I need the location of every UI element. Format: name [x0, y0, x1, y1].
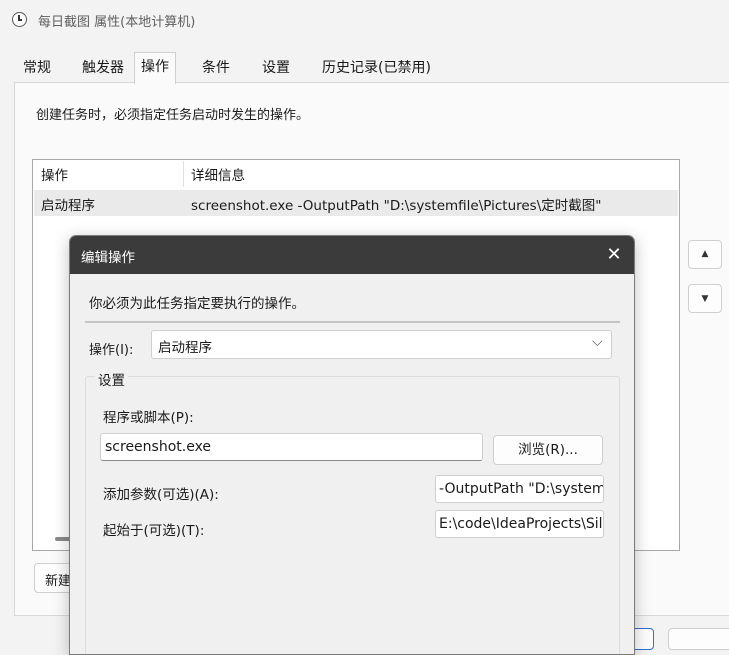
action-type-label: 操作(I):	[89, 343, 134, 358]
actions-description: 创建任务时，必须指定任务启动时发生的操作。	[36, 108, 310, 123]
move-up-button[interactable]: ▲	[688, 240, 722, 269]
arguments-input-value: -OutputPath "D:\system	[439, 481, 604, 497]
row-action-cell[interactable]: 启动程序	[41, 194, 95, 214]
arguments-label: 添加参数(可选)(A):	[103, 487, 219, 503]
settings-group-label: 设置	[95, 369, 128, 389]
clock-icon	[12, 12, 27, 27]
tab-triggers[interactable]: 触发器	[76, 55, 130, 82]
triangle-up-icon: ▲	[701, 249, 709, 259]
window-title: 每日截图 属性(本地计算机)	[38, 15, 196, 30]
action-type-select[interactable]: 启动程序 ⌵	[151, 330, 612, 359]
dialog-instruction: 你必须为此任务指定要执行的操作。	[89, 296, 305, 312]
separator	[85, 321, 620, 323]
move-down-button[interactable]: ▼	[688, 284, 722, 313]
arguments-input[interactable]: -OutputPath "D:\system	[435, 475, 604, 503]
dialog-title: 编辑操作	[81, 250, 135, 266]
tab-general[interactable]: 常规	[17, 55, 57, 82]
program-input[interactable]: screenshot.exe	[100, 433, 483, 461]
dialog-title-bar[interactable]	[70, 236, 634, 274]
close-icon[interactable]: ✕	[601, 243, 627, 267]
start-in-input-value: E:\code\IdeaProjects\Sil	[439, 516, 603, 532]
program-input-value: screenshot.exe	[105, 439, 212, 455]
start-in-input[interactable]: E:\code\IdeaProjects\Sil	[435, 510, 604, 538]
chevron-down-icon: ⌵	[592, 334, 603, 350]
column-header-details[interactable]: 详细信息	[191, 164, 245, 184]
column-header-action[interactable]: 操作	[41, 164, 68, 184]
column-divider[interactable]	[183, 161, 184, 187]
edit-action-dialog: 编辑操作 ✕ 你必须为此任务指定要执行的操作。 操作(I): 启动程序 ⌵ 设置…	[69, 235, 635, 655]
tab-history[interactable]: 历史记录(已禁用)	[316, 55, 437, 82]
program-label: 程序或脚本(P):	[103, 410, 194, 426]
tab-conditions[interactable]: 条件	[196, 55, 236, 82]
start-in-label: 起始于(可选)(T):	[103, 523, 205, 539]
row-details-cell[interactable]: screenshot.exe -OutputPath "D:\systemfil…	[191, 194, 601, 214]
cancel-button[interactable]	[668, 628, 729, 650]
tab-settings[interactable]: 设置	[256, 55, 296, 82]
action-type-value: 启动程序	[158, 340, 212, 356]
triangle-down-icon: ▼	[701, 294, 709, 304]
browse-button[interactable]: 浏览(R)...	[493, 435, 603, 465]
tab-actions[interactable]: 操作	[134, 52, 176, 84]
